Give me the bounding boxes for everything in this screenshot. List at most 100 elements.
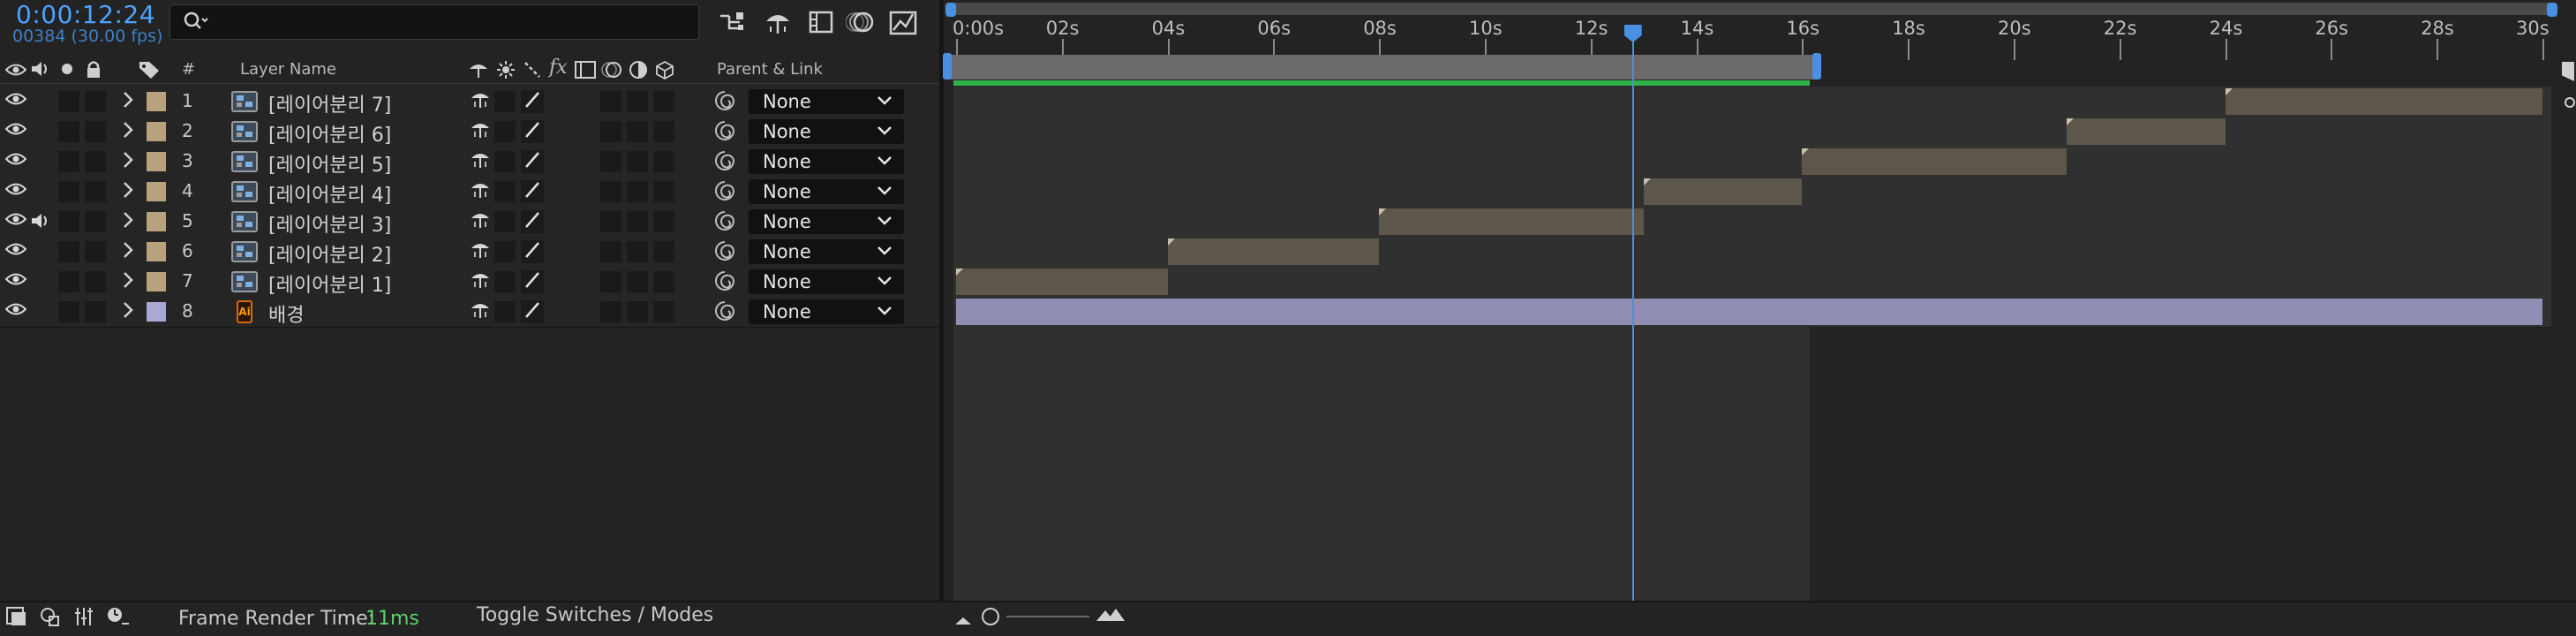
layer-name[interactable]: [레이어분리 4] — [268, 179, 391, 208]
parent-pick-whip-icon[interactable] — [713, 89, 736, 117]
lock-switch[interactable] — [85, 181, 106, 202]
zoom-slider-track[interactable] — [1006, 616, 1089, 617]
zoom-in-icon[interactable] — [1095, 606, 1125, 627]
parent-dropdown[interactable]: None — [749, 149, 904, 174]
parent-pick-whip-icon[interactable] — [713, 239, 736, 268]
shy-switch-icon[interactable] — [470, 89, 491, 113]
shy-switch-icon[interactable] — [470, 209, 491, 233]
render-time-toggle-icon[interactable] — [5, 606, 28, 627]
parent-dropdown[interactable]: None — [749, 299, 904, 324]
adjustment-layer-switch[interactable] — [653, 211, 674, 232]
layer-duration-bar[interactable] — [1643, 178, 1803, 205]
frame-blend-switch[interactable] — [600, 181, 621, 202]
frame-blend-switch[interactable] — [600, 91, 621, 112]
toggle-switches-modes-button[interactable]: Toggle Switches / Modes — [477, 604, 713, 626]
quality-switch-icon[interactable] — [521, 270, 544, 293]
collapse-switch[interactable] — [494, 91, 516, 112]
parent-dropdown[interactable]: None — [749, 119, 904, 144]
layer-duration-bar[interactable] — [2066, 118, 2226, 145]
quality-switch-icon[interactable] — [521, 120, 544, 143]
layer-name-column-header[interactable]: Layer Name — [240, 60, 336, 79]
parent-dropdown[interactable]: None — [749, 89, 904, 114]
layer-name[interactable]: [레이어분리 1] — [268, 269, 391, 298]
parent-pick-whip-icon[interactable] — [713, 269, 736, 298]
expand-chevron-icon[interactable] — [122, 120, 134, 144]
label-color-swatch[interactable] — [147, 92, 166, 111]
layer-name[interactable]: [레이어분리 3] — [268, 209, 391, 238]
quality-switch-icon[interactable] — [521, 90, 544, 113]
lock-switch[interactable] — [85, 241, 106, 262]
quality-switch-icon[interactable] — [521, 150, 544, 173]
video-visibility-eye-icon[interactable] — [4, 120, 30, 143]
layer-search-input[interactable] — [169, 4, 699, 40]
frame-blend-switch[interactable] — [600, 121, 621, 142]
label-color-swatch[interactable] — [147, 212, 166, 231]
parent-dropdown[interactable]: None — [749, 239, 904, 264]
layer-row[interactable]: 8 Ai 배경 None — [0, 297, 939, 328]
search-field[interactable] — [218, 9, 681, 35]
parent-link-column-header[interactable]: Parent & Link — [717, 60, 823, 79]
frame-blend-switch[interactable] — [600, 151, 621, 172]
quality-switch-icon[interactable] — [521, 300, 544, 323]
graph-editor-icon[interactable] — [888, 7, 918, 37]
layer-row[interactable]: 3 [레이어분리 5] None — [0, 147, 939, 178]
navigator-start-handle[interactable] — [945, 3, 956, 17]
expand-chevron-icon[interactable] — [122, 300, 134, 324]
collapse-switch[interactable] — [494, 241, 516, 262]
motion-blur-switch[interactable] — [627, 271, 648, 292]
layer-row[interactable]: 7 [레이어분리 1] None — [0, 267, 939, 298]
adjustment-layer-switch[interactable] — [653, 181, 674, 202]
label-color-swatch[interactable] — [147, 122, 166, 141]
parent-pick-whip-icon[interactable] — [713, 299, 736, 328]
layer-row[interactable]: 2 [레이어분리 6] None — [0, 117, 939, 148]
layer-row[interactable]: 6 [레이어분리 2] None — [0, 237, 939, 268]
video-visibility-eye-icon[interactable] — [4, 210, 30, 233]
parent-pick-whip-icon[interactable] — [713, 209, 736, 238]
layer-duration-bar[interactable] — [1167, 238, 1380, 265]
parent-pick-whip-icon[interactable] — [713, 149, 736, 178]
current-timecode[interactable]: 0:00:12:24 — [16, 0, 155, 29]
parent-pick-whip-icon[interactable] — [713, 119, 736, 148]
solo-switch[interactable] — [58, 301, 79, 322]
solo-switch[interactable] — [58, 271, 79, 292]
work-area-bar[interactable] — [946, 55, 1817, 80]
layer-row[interactable]: 5 [레이어분리 3] None — [0, 207, 939, 238]
collapse-switch[interactable] — [494, 181, 516, 202]
adjustment-layer-switch[interactable] — [653, 271, 674, 292]
parent-pick-whip-icon[interactable] — [713, 179, 736, 208]
adjustment-layer-switch[interactable] — [653, 301, 674, 322]
collapse-switch[interactable] — [494, 271, 516, 292]
lock-switch[interactable] — [85, 271, 106, 292]
lock-switch[interactable] — [85, 121, 106, 142]
work-area-end-handle[interactable] — [1812, 53, 1821, 80]
layer-name[interactable]: 배경 — [268, 299, 304, 328]
frame-blend-switch[interactable] — [600, 241, 621, 262]
expand-chevron-icon[interactable] — [122, 150, 134, 174]
lock-switch[interactable] — [85, 91, 106, 112]
adjustment-layer-switch[interactable] — [653, 241, 674, 262]
adjustment-layer-switch[interactable] — [653, 151, 674, 172]
expand-chevron-icon[interactable] — [122, 180, 134, 204]
label-color-swatch[interactable] — [147, 272, 166, 292]
frame-blend-switch[interactable] — [600, 211, 621, 232]
expand-chevron-icon[interactable] — [122, 210, 134, 234]
motion-blur-switch[interactable] — [627, 181, 648, 202]
switches-pane-icon[interactable] — [39, 606, 62, 627]
quality-switch-icon[interactable] — [521, 210, 544, 233]
quality-switch-icon[interactable] — [521, 240, 544, 263]
solo-switch[interactable] — [58, 241, 79, 262]
layer-name[interactable]: [레이어분리 6] — [268, 119, 391, 148]
quality-switch-icon[interactable] — [521, 180, 544, 203]
motion-blur-switch[interactable] — [627, 91, 648, 112]
label-color-swatch[interactable] — [147, 182, 166, 201]
frame-blending-icon[interactable] — [807, 7, 837, 37]
collapse-switch[interactable] — [494, 121, 516, 142]
work-area-start-handle[interactable] — [943, 53, 952, 80]
solo-switch[interactable] — [58, 211, 79, 232]
expand-chevron-icon[interactable] — [122, 90, 134, 114]
adjustment-layer-switch[interactable] — [653, 91, 674, 112]
motion-blur-switch[interactable] — [627, 211, 648, 232]
layer-duration-bar[interactable] — [2225, 88, 2542, 115]
solo-switch[interactable] — [58, 121, 79, 142]
solo-switch[interactable] — [58, 91, 79, 112]
